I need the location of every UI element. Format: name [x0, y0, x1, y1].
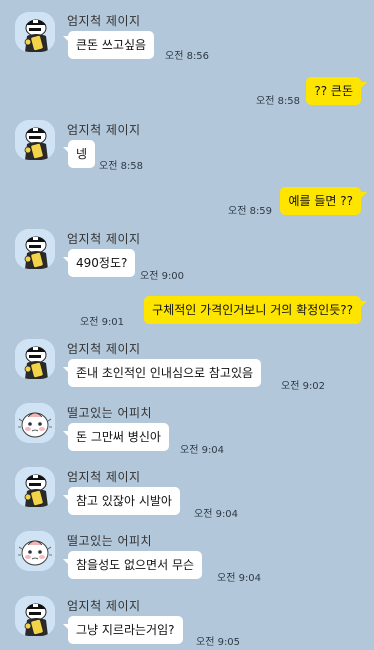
bubble-tail — [361, 192, 367, 198]
message-time: 오전 9:04 — [217, 573, 262, 584]
message-time: 오전 8:56 — [165, 51, 210, 62]
sender-name: 떨고있는 어피치 — [67, 534, 153, 548]
message-time: 오전 8:58 — [256, 96, 301, 107]
bubble-tail — [361, 82, 367, 88]
sender-name: 엄지척 제이지 — [67, 342, 141, 356]
sender-name: 엄지척 제이지 — [67, 123, 141, 137]
sender-name: 엄지척 제이지 — [67, 599, 141, 613]
sender-name: 떨고있는 어피치 — [67, 406, 153, 420]
message-bubble[interactable]: 돈 그만써 병신아 — [68, 423, 169, 451]
message-time: 오전 9:02 — [281, 381, 326, 392]
sender-name: 엄지척 제이지 — [67, 470, 141, 484]
message-bubble[interactable]: 예를 들면 ?? — [280, 187, 361, 215]
jay-g-avatar-icon[interactable] — [15, 120, 55, 160]
message-time: 오전 9:01 — [80, 317, 125, 328]
message-time: 오전 9:00 — [140, 271, 185, 282]
message-bubble[interactable]: 참을성도 없으면서 무슨 — [68, 551, 203, 579]
jay-g-avatar-icon[interactable] — [15, 467, 55, 507]
apeach-avatar-icon[interactable] — [15, 531, 55, 571]
message-bubble[interactable]: 490정도? — [68, 249, 136, 277]
message-bubble[interactable]: 존내 초인적인 인내심으로 참고있음 — [68, 359, 262, 387]
message-bubble[interactable]: 넹 — [68, 140, 96, 168]
message-time: 오전 9:04 — [194, 509, 239, 520]
message-bubble[interactable]: 큰돈 쓰고싶음 — [68, 31, 155, 59]
jay-g-avatar-icon[interactable] — [15, 12, 55, 52]
sender-name: 엄지척 제이지 — [67, 14, 141, 28]
message-bubble[interactable]: ?? 큰돈 — [306, 77, 361, 105]
jay-g-avatar-icon[interactable] — [15, 229, 55, 269]
message-time: 오전 9:04 — [180, 445, 225, 456]
message-bubble[interactable]: 구체적인 가격인거보니 거의 확정인듯?? — [144, 296, 361, 324]
jay-g-avatar-icon[interactable] — [15, 339, 55, 379]
apeach-avatar-icon[interactable] — [15, 403, 55, 443]
sender-name: 엄지척 제이지 — [67, 232, 141, 246]
message-bubble[interactable]: 참고 있잖아 시발아 — [68, 487, 180, 515]
message-time: 오전 8:58 — [99, 161, 144, 172]
message-bubble[interactable]: 그냥 지르라는거임? — [68, 616, 183, 644]
jay-g-avatar-icon[interactable] — [15, 596, 55, 636]
message-time: 오전 8:59 — [228, 206, 273, 217]
message-time: 오전 9:05 — [196, 637, 241, 648]
bubble-tail — [361, 301, 367, 307]
